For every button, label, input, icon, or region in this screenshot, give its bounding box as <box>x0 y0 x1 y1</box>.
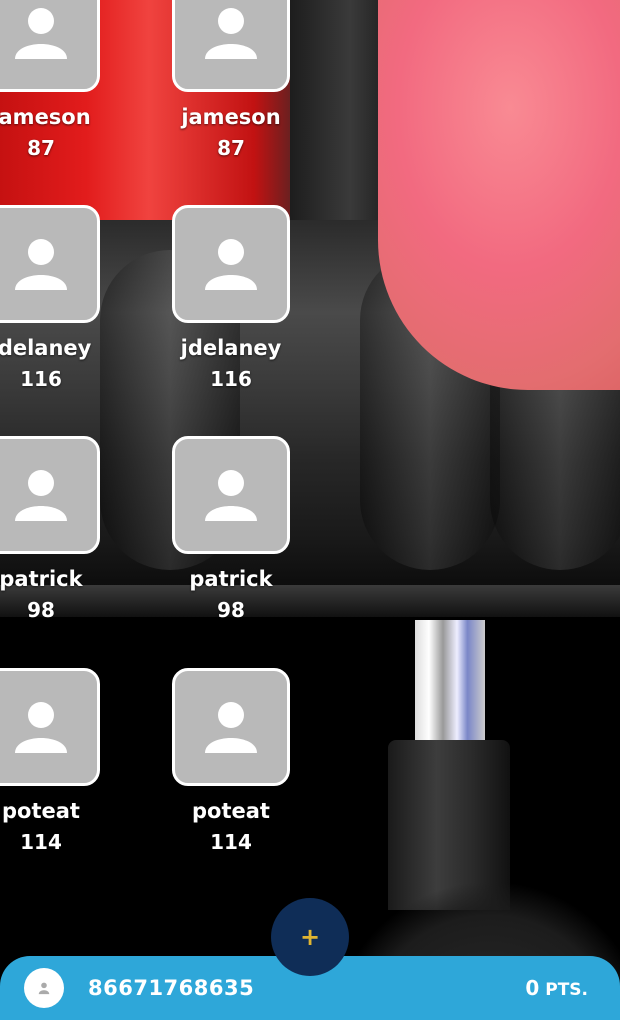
player-name: jameson <box>0 105 91 129</box>
player-score: 116 <box>210 367 252 391</box>
player-card[interactable]: jdelaney 116 <box>0 205 103 391</box>
player-card[interactable]: patrick 98 <box>0 436 103 622</box>
user-avatar-icon <box>0 668 100 786</box>
player-card[interactable]: jameson 87 <box>0 0 103 160</box>
add-button[interactable]: + <box>271 898 349 976</box>
player-score: 114 <box>210 830 252 854</box>
player-card[interactable]: poteat 114 <box>0 668 103 854</box>
points-unit: PTS. <box>545 980 588 1000</box>
player-card[interactable]: jdelaney 116 <box>169 205 293 391</box>
player-score: 98 <box>27 598 55 622</box>
user-avatar-icon <box>172 205 290 323</box>
player-name: poteat <box>2 799 80 823</box>
user-avatar-icon <box>0 205 100 323</box>
user-phone-number: 86671768635 <box>88 976 255 1000</box>
points-value: 0 <box>525 976 540 1000</box>
plus-icon: + <box>299 923 321 951</box>
player-score: 116 <box>20 367 62 391</box>
user-avatar-icon <box>172 436 290 554</box>
player-score: 114 <box>20 830 62 854</box>
user-avatar-icon <box>0 436 100 554</box>
user-avatar-icon <box>172 668 290 786</box>
user-avatar-icon[interactable] <box>24 968 64 1008</box>
player-score: 87 <box>27 136 55 160</box>
player-name: patrick <box>0 567 83 591</box>
player-card[interactable]: jameson 87 <box>169 0 293 160</box>
player-card[interactable]: poteat 114 <box>169 668 293 854</box>
player-score: 87 <box>217 136 245 160</box>
player-name: jdelaney <box>0 336 92 360</box>
points-display: 0 PTS. <box>525 976 588 1000</box>
player-name: jameson <box>181 105 281 129</box>
player-name: jdelaney <box>180 336 282 360</box>
player-name: patrick <box>189 567 273 591</box>
player-score: 98 <box>217 598 245 622</box>
player-card[interactable]: patrick 98 <box>169 436 293 622</box>
user-avatar-icon <box>172 0 290 92</box>
user-avatar-icon <box>0 0 100 92</box>
player-name: poteat <box>192 799 270 823</box>
